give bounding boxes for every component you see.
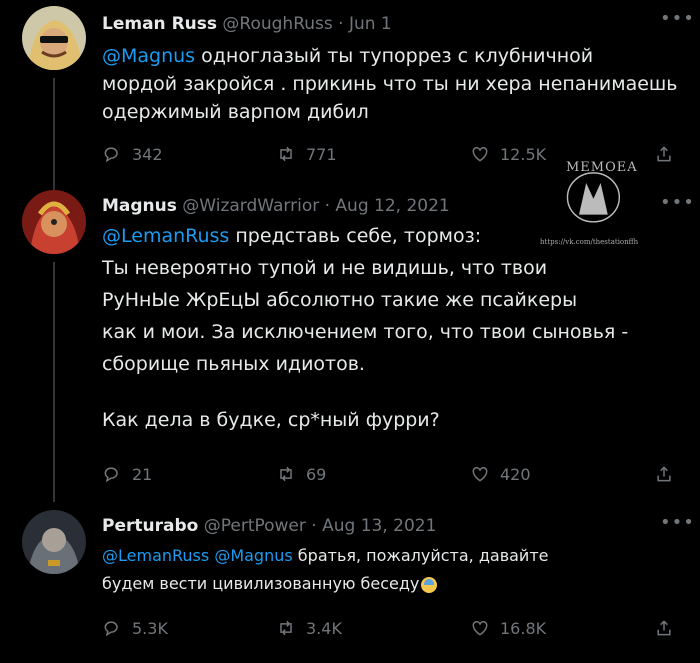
- reply-count: 21: [132, 464, 153, 484]
- handle[interactable]: @RoughRuss: [222, 14, 332, 34]
- avatar-perturabo[interactable]: [22, 510, 86, 574]
- avatar-magnus[interactable]: [22, 190, 86, 254]
- like-icon: [472, 466, 488, 482]
- text-line: мордой закройся . прикинь что ты ни хера…: [102, 73, 678, 95]
- tweet-header: Perturabo @PertPower · Aug 13, 2021: [102, 516, 436, 536]
- tweet-magnus: Magnus @WizardWarrior · Aug 12, 2021 •••…: [0, 180, 700, 502]
- like-count: 16.8K: [500, 618, 547, 638]
- handle[interactable]: @WizardWarrior: [182, 196, 319, 216]
- share-icon: [657, 146, 671, 162]
- display-name[interactable]: Leman Russ: [102, 14, 217, 34]
- tweet-perturabo: Perturabo @PertPower · Aug 13, 2021 ••• …: [0, 500, 700, 663]
- text-line: представь себе, тормоз:: [229, 225, 482, 247]
- like-count: 12.5K: [500, 144, 547, 164]
- text-line: сборище пьяных идиотов.: [102, 353, 365, 375]
- retweet-button[interactable]: 771: [276, 144, 337, 164]
- tweet-actions: 5.3K 3.4K 16.8K: [102, 618, 682, 644]
- tweet-text: @LemanRuss @Magnus братья, пожалуйста, д…: [102, 542, 692, 598]
- text-line: Ты невероятно тупой и не видишь, что тво…: [102, 257, 548, 279]
- reply-count: 342: [132, 144, 163, 164]
- reply-button[interactable]: 342: [102, 144, 163, 164]
- text-line: как и мои. За исключением того, что твои…: [102, 321, 629, 343]
- text-line: РуНнЫе ЖрЕцЫ абсолютно такие же псайкеры: [102, 289, 578, 311]
- more-options-button[interactable]: •••: [660, 8, 695, 29]
- retweet-count: 69: [306, 464, 327, 484]
- timestamp[interactable]: · Aug 12, 2021: [325, 196, 450, 216]
- text-line: будем вести цивилизованную беседу: [102, 574, 420, 593]
- timestamp[interactable]: · Jun 1: [338, 14, 392, 34]
- mention-link[interactable]: @LemanRuss: [102, 225, 229, 247]
- tweet-header: Magnus @WizardWarrior · Aug 12, 2021: [102, 196, 450, 216]
- mention-link[interactable]: @Magnus: [214, 546, 292, 565]
- text-line: Как дела в будке, ср*ный фурри?: [102, 409, 440, 431]
- retweet-button[interactable]: 69: [276, 464, 326, 484]
- retweet-button[interactable]: 3.4K: [276, 618, 342, 638]
- tweet-text: @LemanRuss представь себе, тормоз: Ты не…: [102, 222, 692, 434]
- retweet-count: 3.4K: [306, 618, 342, 638]
- more-options-button[interactable]: •••: [660, 512, 695, 533]
- like-button[interactable]: 420: [470, 464, 531, 484]
- text-line: одноглазый ты тупоррез с клубничной: [195, 45, 594, 67]
- retweet-count: 771: [306, 144, 337, 164]
- reply-count: 5.3K: [132, 618, 168, 638]
- retweet-icon: [280, 466, 292, 482]
- tweet-actions: 21 69 420: [102, 464, 682, 490]
- text-line: братья, пожалуйста, давайте: [292, 546, 549, 565]
- reply-button[interactable]: 21: [102, 464, 152, 484]
- reply-button[interactable]: 5.3K: [102, 618, 168, 638]
- tweet-text: @Magnus одноглазый ты тупоррез с клубнич…: [102, 42, 692, 126]
- like-icon: [472, 146, 488, 162]
- thread-line: [53, 262, 55, 502]
- reply-icon: [104, 467, 118, 483]
- share-button[interactable]: [654, 144, 674, 164]
- display-name[interactable]: Magnus: [102, 196, 177, 216]
- avatar-leman-russ[interactable]: [22, 6, 86, 70]
- reply-icon: [104, 147, 118, 163]
- handle[interactable]: @PertPower: [204, 516, 306, 536]
- anxious-face-icon: [421, 576, 438, 593]
- reply-icon: [104, 621, 118, 637]
- retweet-icon: [280, 146, 292, 162]
- like-button[interactable]: 12.5K: [470, 144, 546, 164]
- more-options-button[interactable]: •••: [660, 192, 695, 213]
- like-icon: [472, 620, 488, 636]
- mention-link[interactable]: @LemanRuss: [102, 546, 209, 565]
- tweet-header: Leman Russ @RoughRuss · Jun 1: [102, 14, 392, 34]
- share-icon: [657, 620, 671, 636]
- share-button[interactable]: [654, 464, 674, 484]
- thread-line: [53, 78, 55, 190]
- retweet-icon: [280, 620, 292, 636]
- share-icon: [657, 466, 671, 482]
- share-button[interactable]: [654, 618, 674, 638]
- like-count: 420: [500, 464, 531, 484]
- display-name[interactable]: Perturabo: [102, 516, 198, 536]
- text-line: одержимый варпом дибил: [102, 101, 369, 123]
- mention-link[interactable]: @Magnus: [102, 45, 195, 67]
- like-button[interactable]: 16.8K: [470, 618, 546, 638]
- timestamp[interactable]: · Aug 13, 2021: [311, 516, 436, 536]
